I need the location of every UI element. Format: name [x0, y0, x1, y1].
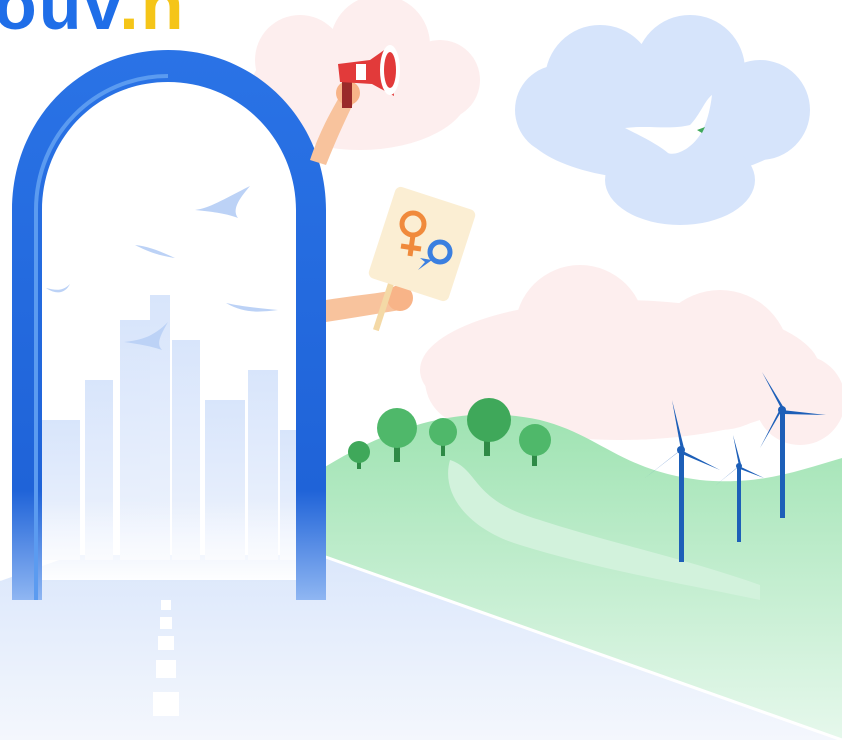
logo: ouv.n [0, 0, 185, 40]
logo-text-yellow: n [140, 0, 186, 44]
blue-cloud [515, 15, 810, 225]
illustration-scene [0, 0, 842, 740]
gender-sign-icon [326, 186, 476, 332]
logo-dot: . [119, 0, 141, 44]
logo-text-blue: ouv [0, 0, 120, 44]
